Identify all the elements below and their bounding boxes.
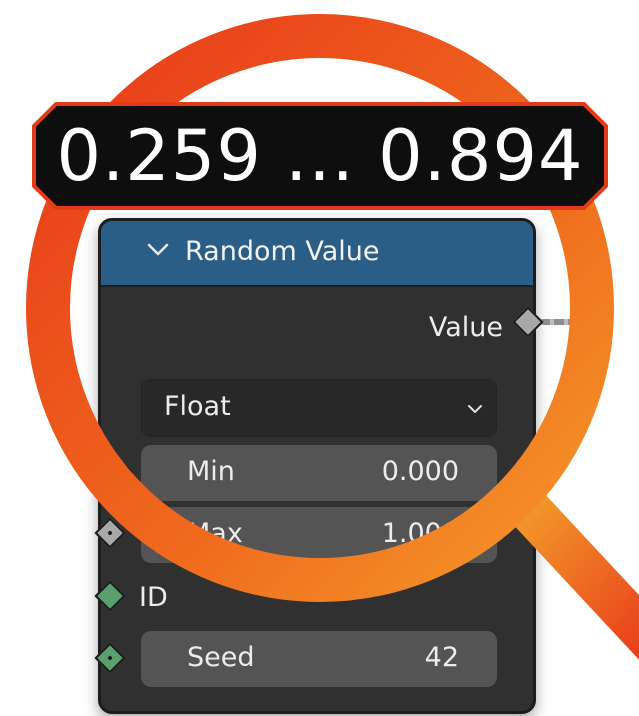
max-value: 1.000 xyxy=(381,518,459,549)
output-value-label: Value xyxy=(428,312,503,343)
node-title: Random Value xyxy=(185,236,380,267)
max-field[interactable]: Max 1.000 xyxy=(141,507,497,563)
random-value-node[interactable]: Random Value Value Float Min 0.000 Max 1… xyxy=(98,218,536,714)
node-link xyxy=(540,319,600,325)
seed-field[interactable]: Seed 42 xyxy=(141,631,497,687)
max-label: Max xyxy=(187,518,243,549)
node-header[interactable]: Random Value xyxy=(101,221,533,287)
min-value: 0.000 xyxy=(381,456,459,487)
data-type-dropdown[interactable]: Float xyxy=(141,379,497,437)
chevron-down-icon[interactable] xyxy=(145,237,171,263)
seed-label: Seed xyxy=(187,642,255,673)
min-label: Min xyxy=(187,456,235,487)
readout-text: 0.259 ... 0.894 xyxy=(56,115,584,197)
chevron-down-icon xyxy=(468,405,482,413)
data-type-value: Float xyxy=(164,391,231,422)
id-label: ID xyxy=(139,582,168,613)
value-range-readout: 0.259 ... 0.894 xyxy=(30,100,610,212)
min-field[interactable]: Min 0.000 xyxy=(141,445,497,501)
seed-value: 42 xyxy=(424,642,459,673)
